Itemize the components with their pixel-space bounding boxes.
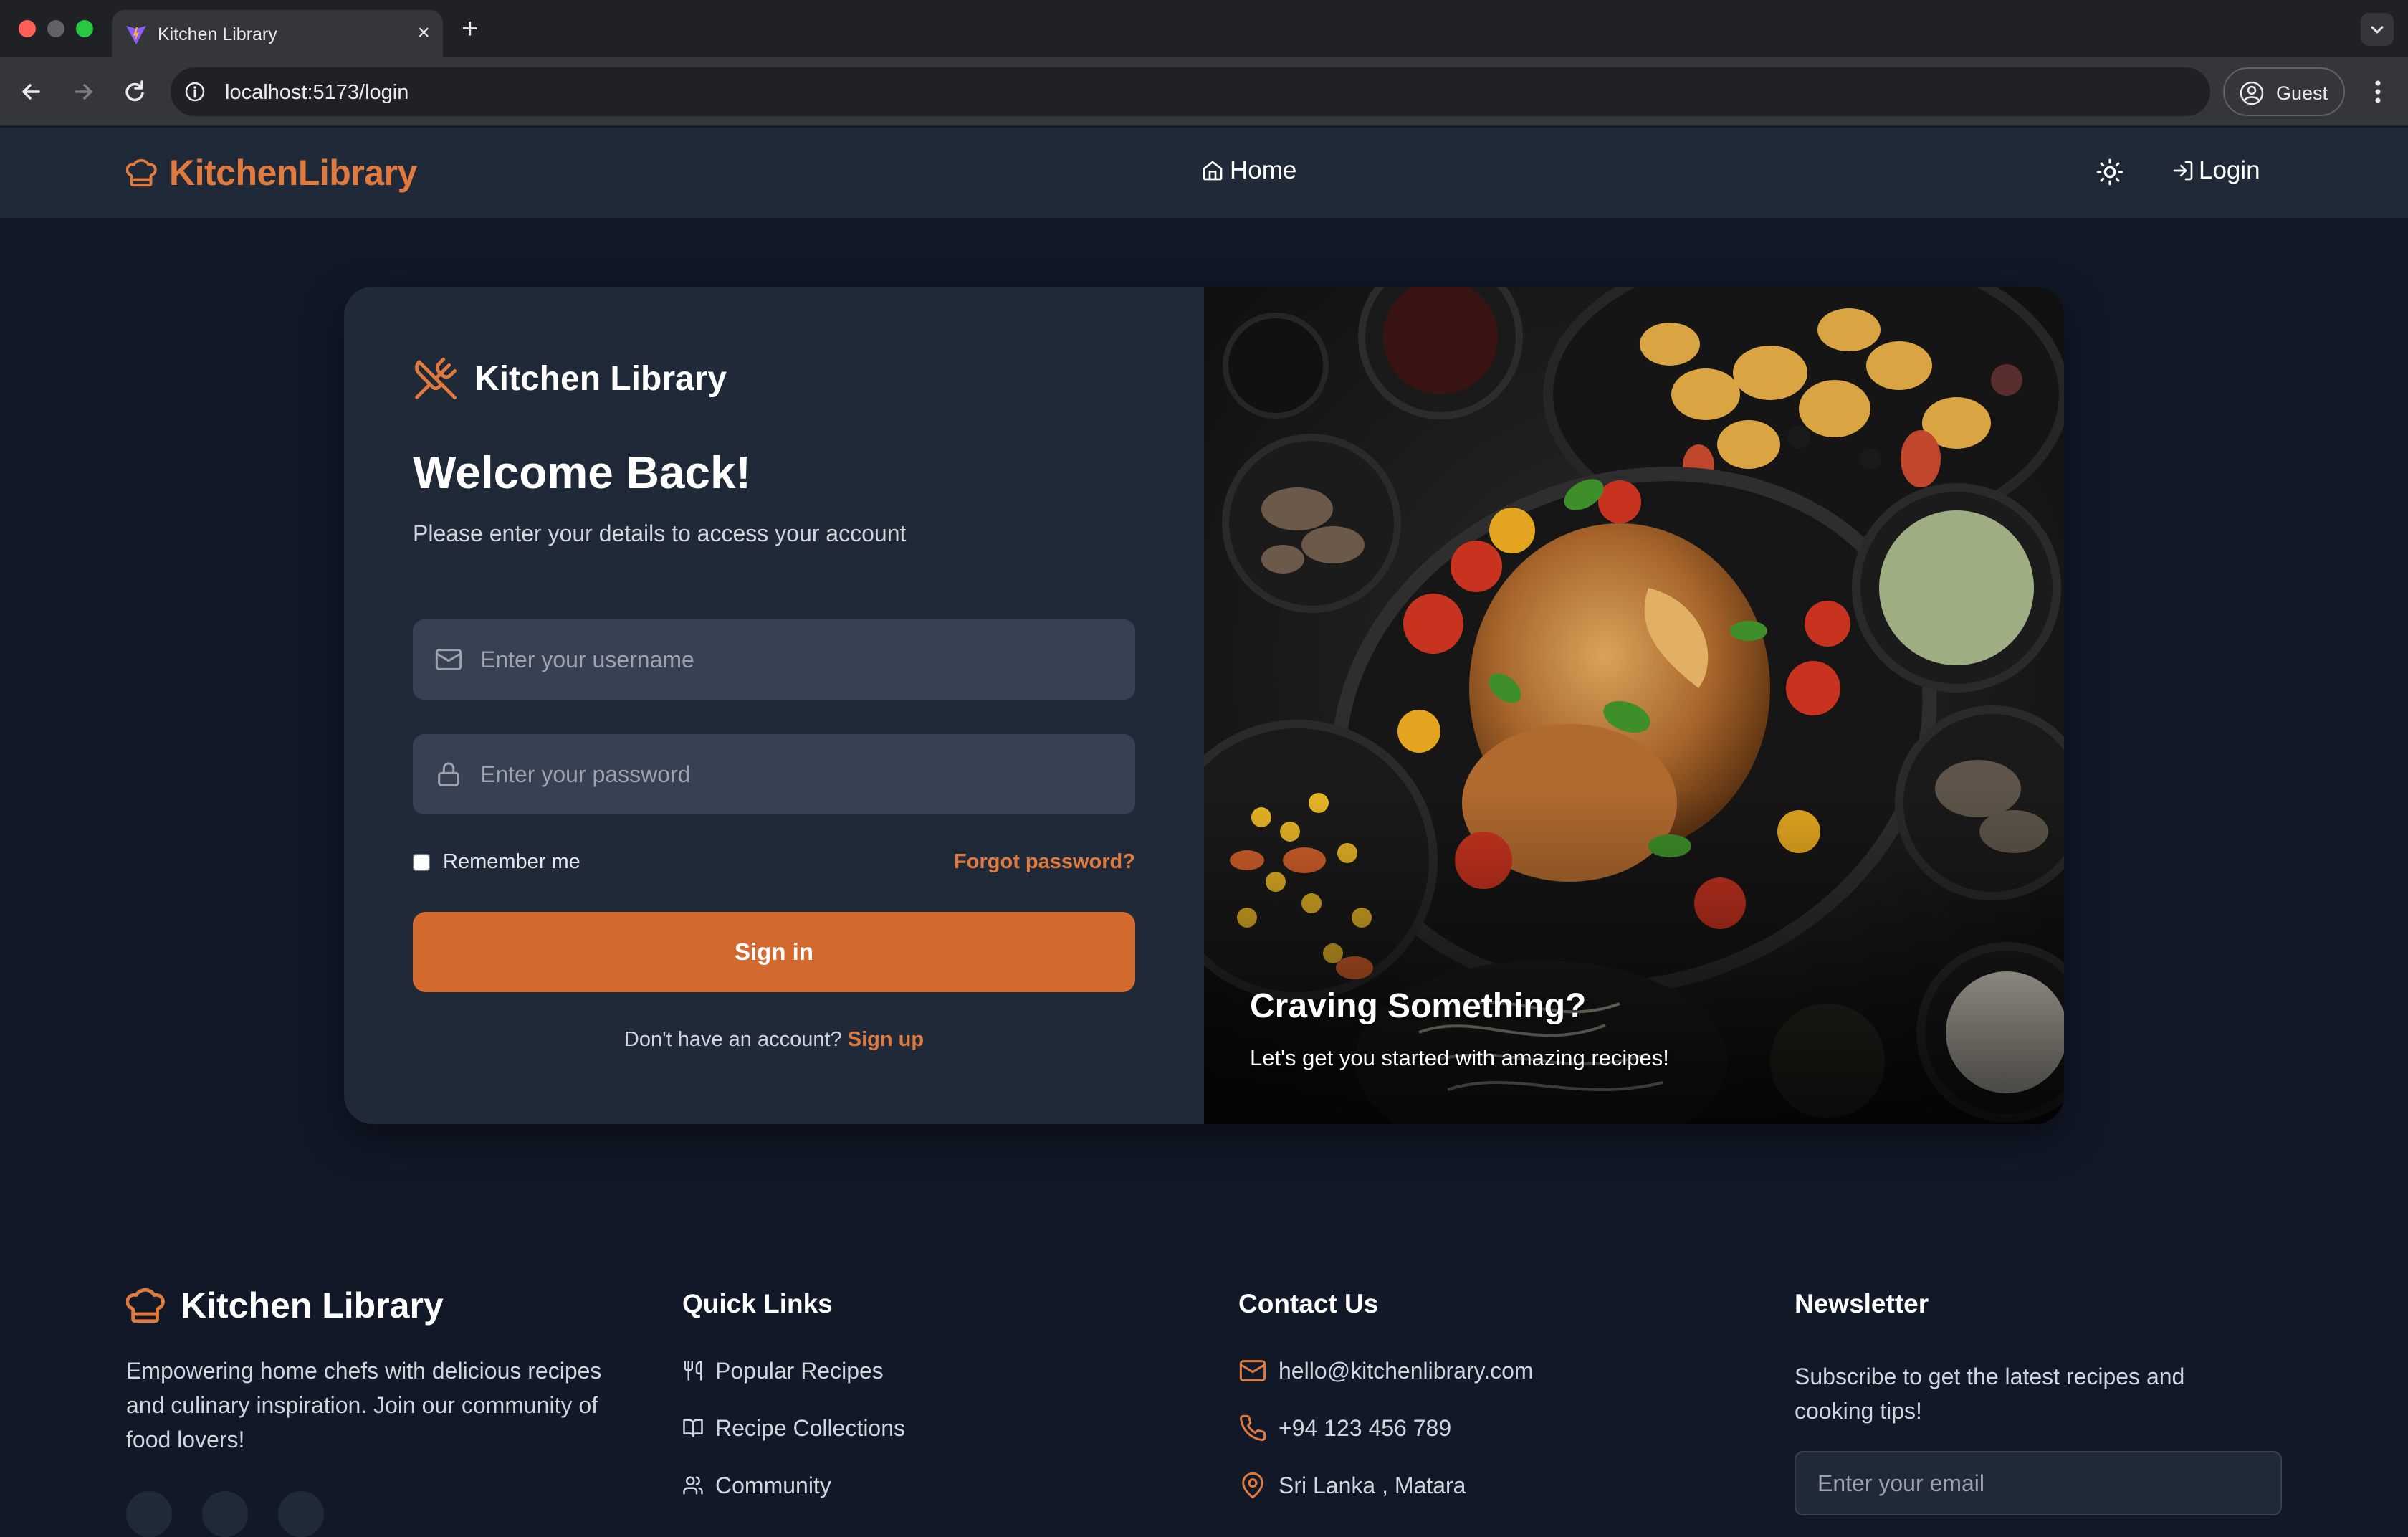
tab-search-button[interactable] [2361, 13, 2394, 46]
chef-hat-icon [126, 1288, 165, 1323]
password-input[interactable] [480, 734, 1111, 814]
browser-tab-bar: Kitchen Library × + [0, 0, 2408, 57]
login-title: Welcome Back! [413, 447, 751, 498]
remember-me-label[interactable]: Remember me [443, 850, 580, 874]
forgot-password-link[interactable]: Forgot password? [954, 850, 1135, 874]
contact-phone-text: +94 123 456 789 [1279, 1414, 1452, 1441]
community-label: Community [715, 1472, 831, 1498]
utensils-icon [684, 1361, 702, 1381]
vite-favicon-icon [126, 26, 146, 44]
no-account-text: Don't have an account? [624, 1028, 842, 1051]
hero-title: Craving Something? [1250, 987, 1587, 1025]
username-field[interactable] [413, 619, 1135, 700]
header-brand-text: KitchenLibrary [169, 153, 417, 193]
login-icon [2173, 161, 2193, 181]
browser-toolbar: localhost:5173/login Guest [0, 57, 2408, 126]
reload-icon[interactable] [119, 76, 150, 108]
recipe-collections-label: Recipe Collections [715, 1414, 906, 1441]
hero-subtitle: Let's get you started with amazing recip… [1250, 1045, 1669, 1070]
card-brand-text: Kitchen Library [474, 359, 727, 398]
theme-toggle-button[interactable] [2096, 158, 2124, 186]
social-link-3[interactable] [278, 1491, 324, 1537]
window-close-button[interactable] [19, 20, 36, 37]
contact-email[interactable]: hello@kitchenlibrary.com [1238, 1342, 1534, 1399]
profile-button[interactable]: Guest [2223, 67, 2345, 116]
nav-home-label: Home [1230, 156, 1297, 184]
social-link-2[interactable] [202, 1491, 248, 1537]
chef-hat-icon [126, 158, 157, 187]
contact-location-text: Sri Lanka , Matara [1279, 1472, 1466, 1498]
quick-links-list: Popular Recipes Recipe Collections Commu… [682, 1342, 905, 1514]
newsletter-email-input[interactable] [1796, 1452, 2280, 1514]
site-footer: Kitchen Library Empowering home chefs wi… [0, 1204, 2408, 1537]
sign-in-button[interactable]: Sign in [413, 912, 1135, 992]
sign-up-link[interactable]: Sign up [848, 1028, 924, 1051]
footer-brand-text: Kitchen Library [181, 1285, 444, 1326]
newsletter-email-field[interactable] [1795, 1451, 2282, 1515]
username-input[interactable] [480, 619, 1111, 700]
address-bar[interactable]: localhost:5173/login [171, 67, 2210, 116]
users-icon [683, 1476, 703, 1495]
tab-close-icon[interactable]: × [417, 22, 430, 44]
sun-icon [2096, 158, 2123, 186]
contact-list: hello@kitchenlibrary.com +94 123 456 789… [1238, 1342, 1534, 1514]
popular-recipes-label: Popular Recipes [715, 1357, 884, 1384]
home-icon [1203, 161, 1223, 181]
window-maximize-button[interactable] [76, 20, 93, 37]
lock-icon [438, 762, 459, 786]
more-options-icon[interactable] [2362, 75, 2394, 109]
new-tab-button[interactable]: + [462, 13, 478, 44]
password-field[interactable] [413, 734, 1135, 814]
remember-me-checkbox[interactable] [413, 853, 430, 871]
address-url: localhost:5173/login [225, 81, 409, 104]
footer-description: Empowering home chefs with delicious rec… [126, 1358, 602, 1452]
nav-home-link[interactable]: Home [1201, 156, 1296, 185]
book-open-icon [683, 1419, 703, 1437]
window-minimize-button[interactable] [47, 20, 64, 37]
mail-icon [1239, 1360, 1266, 1381]
remember-me: Remember me [413, 850, 580, 874]
profile-label: Guest [2276, 82, 2328, 104]
header-brand-link[interactable]: KitchenLibrary [126, 152, 417, 194]
footer-brand: Kitchen Library [126, 1285, 444, 1326]
quick-links-title: Quick Links [682, 1289, 833, 1318]
forward-arrow-icon[interactable] [67, 76, 99, 108]
login-card: Kitchen Library Welcome Back! Please ent… [344, 287, 2064, 1124]
contact-email-text: hello@kitchenlibrary.com [1279, 1357, 1534, 1384]
site-info-icon[interactable] [183, 80, 206, 103]
header-login-label: Login [2199, 156, 2260, 184]
contact-title: Contact Us [1238, 1289, 1379, 1318]
social-link-1[interactable] [126, 1491, 172, 1537]
contact-location: Sri Lanka , Matara [1238, 1457, 1534, 1514]
login-subtitle: Please enter your details to access your… [413, 520, 907, 546]
community-link[interactable]: Community [682, 1457, 905, 1514]
card-brand: Kitchen Library [413, 356, 727, 401]
login-form-panel: Kitchen Library Welcome Back! Please ent… [344, 287, 1204, 1124]
recipe-collections-link[interactable]: Recipe Collections [682, 1399, 905, 1457]
phone-icon [1240, 1414, 1266, 1442]
chevron-down-icon [2371, 26, 2384, 34]
header-login-link[interactable]: Login [2172, 156, 2260, 185]
map-pin-icon [1242, 1472, 1263, 1499]
back-arrow-icon[interactable] [16, 76, 47, 108]
mail-icon [435, 649, 462, 670]
utensils-crossed-icon [415, 357, 457, 400]
site-header: KitchenLibrary Home Login [0, 128, 2408, 218]
browser-tab[interactable]: Kitchen Library × [112, 10, 443, 57]
contact-phone[interactable]: +94 123 456 789 [1238, 1399, 1534, 1457]
popular-recipes-link[interactable]: Popular Recipes [682, 1342, 905, 1399]
hero-image-panel: Craving Something? Let's get you started… [1204, 287, 2064, 1124]
newsletter-description: Subscribe to get the latest recipes and … [1795, 1364, 2185, 1424]
signup-prompt: Don't have an account? Sign up [344, 1028, 1204, 1052]
newsletter-title: Newsletter [1795, 1289, 1929, 1318]
tab-title: Kitchen Library [158, 24, 277, 44]
profile-avatar-icon [2240, 81, 2264, 105]
